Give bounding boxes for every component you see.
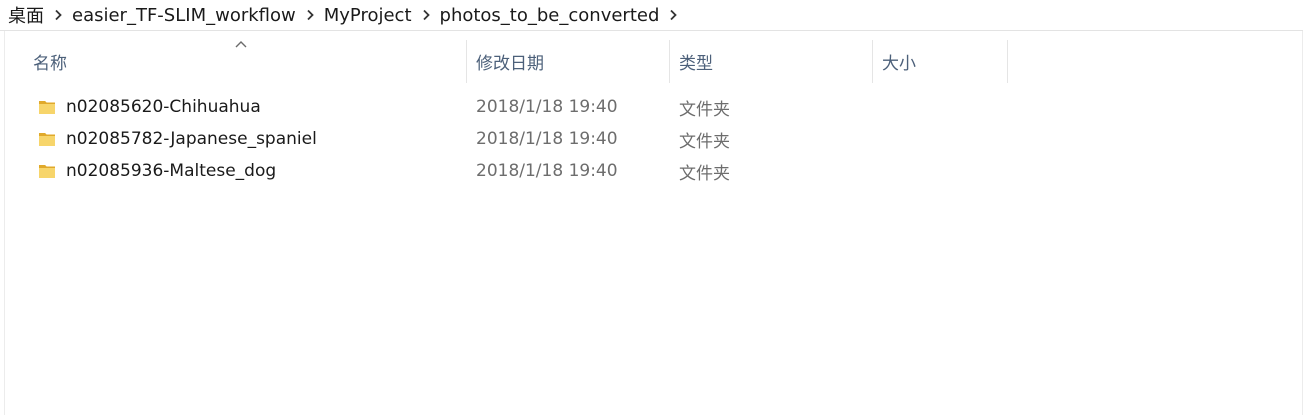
- column-header-name[interactable]: 名称: [22, 40, 467, 83]
- file-name-cell: n02085620-Chihuahua: [22, 97, 467, 117]
- file-type: 文件夹: [679, 163, 730, 184]
- file-explorer-window: 桌面 easier_TF-SLIM_workflow MyProject pho…: [0, 0, 1303, 415]
- file-list-pane: 名称 修改日期 类型 大小 n02085620-Chihuahua 2018/1…: [0, 31, 1303, 415]
- chevron-right-icon[interactable]: [416, 2, 436, 28]
- breadcrumb: 桌面 easier_TF-SLIM_workflow MyProject pho…: [0, 0, 1303, 31]
- column-header-name-label: 名称: [33, 54, 67, 74]
- breadcrumb-item-myproject[interactable]: MyProject: [320, 2, 416, 28]
- column-header-date[interactable]: 修改日期: [467, 40, 670, 83]
- pane-left-border: [0, 31, 5, 415]
- file-name-cell: n02085782-Japanese_spaniel: [22, 129, 467, 149]
- column-header-row: 名称 修改日期 类型 大小: [22, 40, 1008, 83]
- folder-icon: [39, 133, 55, 146]
- file-date: 2018/1/18 19:40: [476, 129, 618, 149]
- column-header-size[interactable]: 大小: [873, 40, 1008, 83]
- file-type: 文件夹: [679, 131, 730, 152]
- breadcrumb-item-workflow[interactable]: easier_TF-SLIM_workflow: [68, 2, 300, 28]
- file-row[interactable]: n02085620-Chihuahua 2018/1/18 19:40 文件夹: [22, 91, 1008, 123]
- file-name: n02085782-Japanese_spaniel: [66, 129, 317, 149]
- file-name: n02085620-Chihuahua: [66, 97, 261, 117]
- breadcrumb-item-photos[interactable]: photos_to_be_converted: [436, 2, 664, 28]
- chevron-right-icon[interactable]: [48, 2, 68, 28]
- column-header-date-label: 修改日期: [476, 54, 544, 74]
- file-date: 2018/1/18 19:40: [476, 97, 618, 117]
- column-header-size-label: 大小: [882, 54, 916, 74]
- file-list: n02085620-Chihuahua 2018/1/18 19:40 文件夹 …: [22, 91, 1008, 187]
- folder-icon: [39, 165, 55, 178]
- column-header-type[interactable]: 类型: [670, 40, 873, 83]
- chevron-right-icon[interactable]: [663, 2, 683, 28]
- file-row[interactable]: n02085782-Japanese_spaniel 2018/1/18 19:…: [22, 123, 1008, 155]
- file-type: 文件夹: [679, 99, 730, 120]
- file-name-cell: n02085936-Maltese_dog: [22, 161, 467, 181]
- column-header-type-label: 类型: [679, 54, 713, 74]
- file-name: n02085936-Maltese_dog: [66, 161, 277, 181]
- sort-ascending-icon: [235, 41, 247, 48]
- breadcrumb-item-desktop[interactable]: 桌面: [4, 2, 48, 28]
- chevron-right-icon[interactable]: [300, 2, 320, 28]
- file-row[interactable]: n02085936-Maltese_dog 2018/1/18 19:40 文件…: [22, 155, 1008, 187]
- file-date: 2018/1/18 19:40: [476, 161, 618, 181]
- folder-icon: [39, 101, 55, 114]
